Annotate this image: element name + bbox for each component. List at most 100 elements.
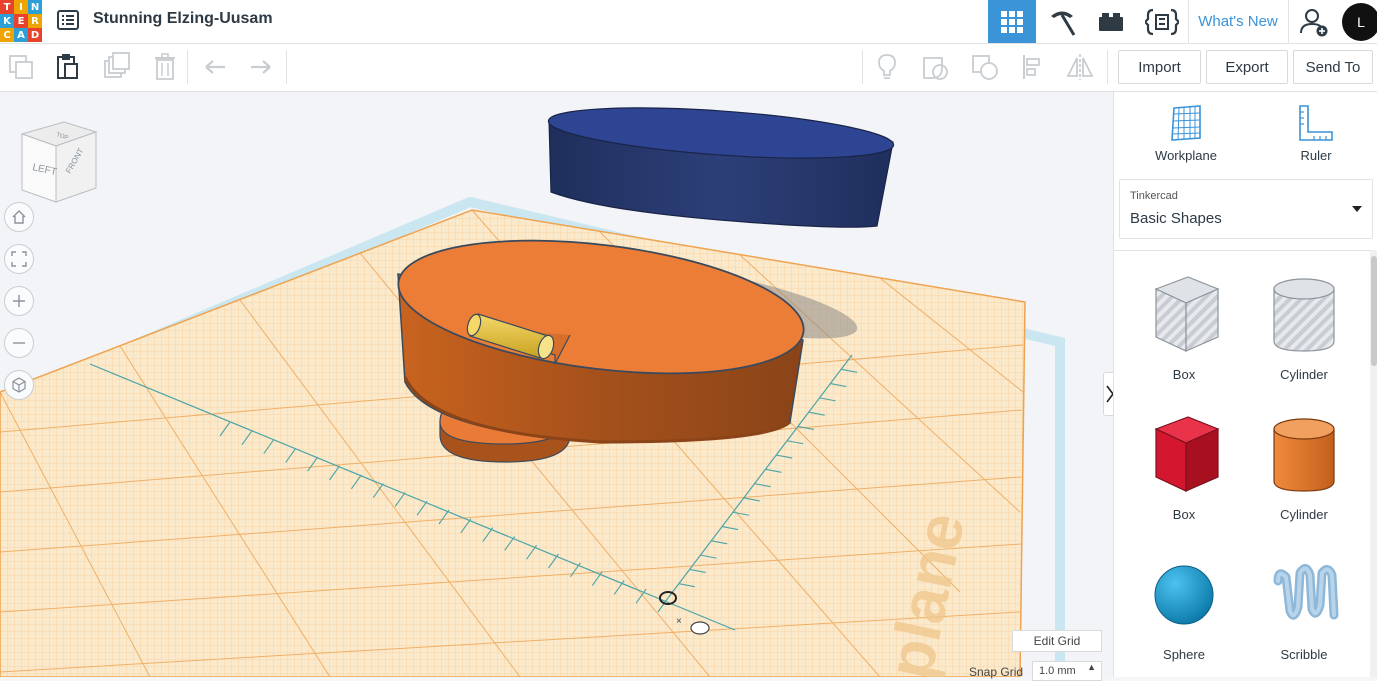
edit-toolbar: Import Export Send To <box>0 44 1377 92</box>
invite-user-button[interactable] <box>1289 0 1339 43</box>
sphere-blue-icon <box>1154 565 1214 625</box>
codeblocks-view-button[interactable] <box>1136 0 1188 43</box>
top-bar: T I N K E R C A D Stunning Elzing-Uusam … <box>0 0 1377 44</box>
scribble-icon <box>1273 564 1339 620</box>
design-title[interactable]: Stunning Elzing-Uusam <box>93 10 273 28</box>
paste-button[interactable] <box>53 52 83 82</box>
3d-viewport[interactable]: plane × LEFT FRONT TOP <box>0 92 1113 677</box>
send-to-button[interactable]: Send To <box>1293 50 1373 84</box>
mirror-button[interactable] <box>1065 52 1095 82</box>
design-list-icon[interactable] <box>57 9 79 31</box>
duplicate-icon <box>104 52 130 78</box>
shape-label: Cylinder <box>1280 507 1328 522</box>
shape-sphere[interactable]: Sphere <box>1134 551 1234 662</box>
user-avatar[interactable]: L <box>1341 0 1377 43</box>
home-icon <box>12 210 26 224</box>
shape-library-select[interactable]: Tinkercad Basic Shapes <box>1119 179 1373 239</box>
separator <box>187 50 188 84</box>
workplane-tool[interactable]: Workplane <box>1146 104 1226 163</box>
shapes-panel: Workplane Ruler Tinkercad Basic Shapes B… <box>1113 92 1377 677</box>
zoom-out-button[interactable] <box>4 328 34 358</box>
trash-icon <box>155 53 175 80</box>
hatched-marker <box>690 621 710 635</box>
blocks-view-button[interactable] <box>1037 0 1086 43</box>
scrollbar-thumb[interactable] <box>1371 256 1377 366</box>
import-button[interactable]: Import <box>1118 50 1201 84</box>
navy-lid-shape[interactable] <box>547 99 895 228</box>
ruler-tool[interactable]: Ruler <box>1276 104 1356 163</box>
library-source: Tinkercad <box>1130 190 1178 202</box>
separator <box>1107 50 1108 84</box>
cube-icon <box>12 377 26 393</box>
logo-letter: N <box>28 0 42 14</box>
copy-button[interactable] <box>6 52 36 82</box>
logo-letter: I <box>14 0 28 14</box>
paste-icon <box>57 54 78 79</box>
tinkercad-logo[interactable]: T I N K E R C A D <box>0 0 42 42</box>
plus-icon <box>13 295 25 307</box>
bricks-view-button[interactable] <box>1087 0 1135 43</box>
shape-label: Box <box>1172 507 1196 522</box>
mirror-icon <box>1066 54 1094 80</box>
box-red-icon <box>1154 416 1220 492</box>
redo-button[interactable] <box>246 52 276 82</box>
separator <box>862 50 863 84</box>
brick-icon <box>1099 12 1123 31</box>
logo-letter: K <box>0 14 14 28</box>
add-user-icon <box>1300 8 1328 36</box>
delete-button[interactable] <box>150 52 180 82</box>
caret-down-icon <box>1352 206 1362 212</box>
workplane-icon <box>1171 105 1201 141</box>
logo-letter: A <box>14 28 28 42</box>
align-button[interactable] <box>1018 52 1048 82</box>
shape-cylinder[interactable]: Cylinder <box>1254 411 1354 522</box>
3d-design-view-button[interactable] <box>988 0 1036 43</box>
codeblocks-icon <box>1145 8 1179 35</box>
grid-view-icon <box>1001 10 1023 33</box>
ruler-label: Ruler <box>1300 148 1332 163</box>
redo-icon <box>251 60 271 74</box>
undo-button[interactable] <box>200 52 230 82</box>
shape-scribble[interactable]: Scribble <box>1254 551 1354 662</box>
separator <box>286 50 287 84</box>
snap-grid-select[interactable]: 1.0 mm ▲ <box>1032 661 1102 681</box>
ruler-icon <box>1299 105 1333 141</box>
x-marker: × <box>676 616 682 627</box>
shape-box-hole[interactable]: Box <box>1134 271 1234 382</box>
lightbulb-icon <box>878 54 896 79</box>
perspective-toggle-button[interactable] <box>4 370 34 400</box>
logo-letter: D <box>28 28 42 42</box>
home-view-button[interactable] <box>4 202 34 232</box>
logo-letter: T <box>0 0 14 14</box>
group-button[interactable] <box>920 52 950 82</box>
logo-letter: R <box>28 14 42 28</box>
snap-grid-value: 1.0 mm <box>1039 665 1076 677</box>
edit-grid-button[interactable]: Edit Grid <box>1012 630 1102 652</box>
box-striped-icon <box>1154 276 1220 352</box>
group-icon <box>923 57 948 80</box>
cylinder-striped-icon <box>1273 278 1335 352</box>
shape-box[interactable]: Box <box>1134 411 1234 522</box>
shape-label: Sphere <box>1163 647 1205 662</box>
fit-view-icon <box>11 251 27 267</box>
ungroup-button[interactable] <box>970 52 1000 82</box>
logo-letter: C <box>0 28 14 42</box>
orange-oval-shape[interactable] <box>391 221 811 444</box>
export-button[interactable]: Export <box>1206 50 1288 84</box>
pickaxe-icon <box>1050 11 1075 36</box>
notes-button[interactable] <box>872 52 902 82</box>
ungroup-icon <box>972 55 998 80</box>
panel-scrollbar[interactable] <box>1370 250 1377 677</box>
align-icon <box>1023 55 1040 79</box>
shape-cylinder-hole[interactable]: Cylinder <box>1254 271 1354 382</box>
duplicate-button[interactable] <box>102 52 132 82</box>
view-cube[interactable]: LEFT FRONT TOP <box>18 114 100 204</box>
zoom-in-button[interactable] <box>4 286 34 316</box>
minus-icon <box>13 342 25 344</box>
fit-view-button[interactable] <box>4 244 34 274</box>
avatar: L <box>1342 2 1377 41</box>
chevron-up-icon: ▲ <box>1087 662 1096 672</box>
whats-new-link[interactable]: What's New <box>1189 0 1287 43</box>
shape-grid: Box Cylinder Box Cylinder Sphere Scribbl… <box>1114 250 1370 678</box>
panel-tools: Workplane Ruler <box>1114 92 1377 178</box>
